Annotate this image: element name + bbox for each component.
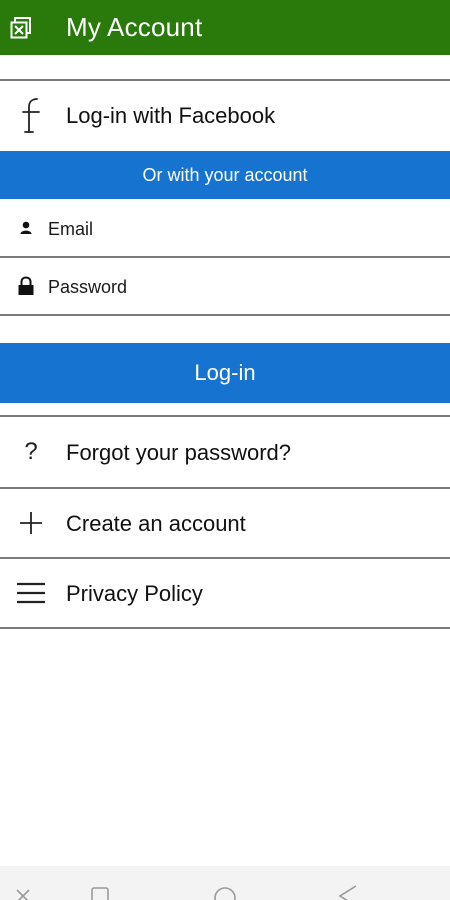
login-button-label: Log-in: [194, 360, 256, 385]
create-account-item[interactable]: Create an account: [0, 489, 450, 557]
user-icon: [18, 220, 34, 236]
back-icon[interactable]: [336, 884, 360, 900]
close-icon[interactable]: [14, 884, 32, 900]
forgot-password-item[interactable]: ? Forgot your password?: [0, 417, 450, 487]
email-field[interactable]: Email: [0, 200, 450, 257]
facebook-icon: [18, 95, 46, 137]
create-account-label: Create an account: [66, 511, 246, 536]
system-nav-bar: [0, 866, 450, 900]
password-field[interactable]: Password: [0, 258, 450, 315]
email-placeholder: Email: [48, 219, 94, 239]
password-placeholder: Password: [48, 277, 128, 297]
app-bar: My Account: [0, 0, 450, 55]
account-section-text: Or with your account: [142, 164, 308, 185]
login-button[interactable]: Log-in: [0, 343, 450, 403]
facebook-login-label: Log-in with Facebook: [66, 103, 276, 128]
forgot-password-label: Forgot your password?: [66, 440, 291, 465]
divider: [0, 627, 450, 629]
recent-apps-icon[interactable]: [90, 884, 110, 900]
question-icon: ?: [24, 438, 38, 465]
plus-icon: [18, 510, 44, 536]
privacy-policy-label: Privacy Policy: [66, 581, 203, 606]
divider: [0, 314, 450, 316]
account-section-banner: Or with your account: [0, 151, 450, 199]
menu-icon: [16, 581, 46, 605]
my-account-screen: My Account Log-in with Facebook Or with …: [0, 0, 450, 900]
privacy-policy-item[interactable]: Privacy Policy: [0, 559, 450, 627]
app-logo-icon: [10, 16, 32, 39]
page-title: My Account: [66, 12, 203, 42]
lock-icon: [17, 276, 35, 296]
home-icon[interactable]: [213, 884, 237, 900]
facebook-login-button[interactable]: Log-in with Facebook: [0, 81, 450, 151]
